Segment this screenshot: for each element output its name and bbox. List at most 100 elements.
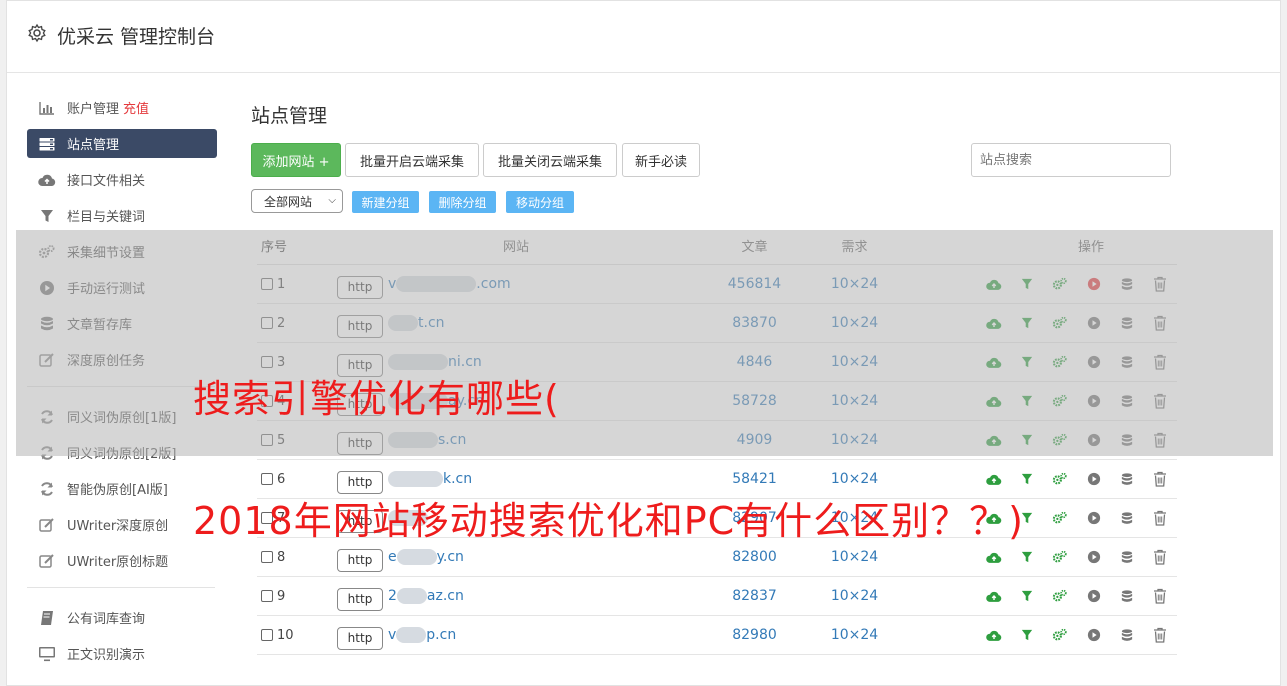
cloud-upload-icon[interactable] xyxy=(977,274,1010,294)
filter-icon[interactable] xyxy=(1010,313,1043,333)
trash-icon[interactable] xyxy=(1144,547,1177,567)
site-domain-link[interactable]: e y.cn xyxy=(388,549,464,565)
filter-icon[interactable] xyxy=(1010,352,1043,372)
database-icon[interactable] xyxy=(1110,625,1143,645)
demand-link[interactable]: 10×24 xyxy=(817,471,892,487)
row-checkbox[interactable] xyxy=(261,590,273,602)
article-count-link[interactable]: 83870 xyxy=(692,315,817,331)
sidebar-item-uwriter-deep[interactable]: UWriter深度原创 xyxy=(27,510,217,539)
row-checkbox[interactable] xyxy=(261,473,273,485)
trash-icon[interactable] xyxy=(1144,313,1177,333)
sidebar-item-collect-settings[interactable]: 采集细节设置 xyxy=(27,237,217,266)
protocol-badge[interactable]: http xyxy=(337,626,383,650)
site-domain-link[interactable]: s.cn xyxy=(388,432,466,448)
database-icon[interactable] xyxy=(1110,430,1143,450)
protocol-badge[interactable]: http xyxy=(337,431,383,455)
cogs-icon[interactable] xyxy=(1044,508,1077,528)
article-count-link[interactable]: 82800 xyxy=(692,549,817,565)
demand-link[interactable]: 10×24 xyxy=(817,432,892,448)
trash-icon[interactable] xyxy=(1144,469,1177,489)
article-count-link[interactable]: 58728 xyxy=(692,393,817,409)
row-checkbox[interactable] xyxy=(261,629,273,641)
sidebar-item-synonym-v2[interactable]: 同义词伪原创[2版] xyxy=(27,438,217,467)
sidebar-item-keywords[interactable]: 栏目与关键词 xyxy=(27,201,217,230)
sidebar-item-uwriter-title[interactable]: UWriter原创标题 xyxy=(27,546,217,575)
play-icon[interactable] xyxy=(1077,430,1110,450)
protocol-badge[interactable]: http xyxy=(337,587,383,611)
demand-link[interactable]: 10×24 xyxy=(817,627,892,643)
site-search-input[interactable] xyxy=(971,143,1171,177)
site-domain-link[interactable]: t.cn xyxy=(388,315,445,331)
batch-disable-cloud-button[interactable]: 批量关闭云端采集 xyxy=(483,143,617,177)
filter-icon[interactable] xyxy=(1010,469,1043,489)
demand-link[interactable]: 10×24 xyxy=(817,588,892,604)
trash-icon[interactable] xyxy=(1144,508,1177,528)
cogs-icon[interactable] xyxy=(1044,352,1077,372)
delete-group-button[interactable]: 删除分组 xyxy=(429,191,496,213)
play-icon[interactable] xyxy=(1077,547,1110,567)
article-count-link[interactable]: 4846 xyxy=(692,354,817,370)
play-icon[interactable] xyxy=(1077,625,1110,645)
database-icon[interactable] xyxy=(1110,586,1143,606)
batch-enable-cloud-button[interactable]: 批量开启云端采集 xyxy=(345,143,479,177)
sidebar-item-ai-rewrite[interactable]: 智能伪原创[AI版] xyxy=(27,474,217,503)
sidebar-item-interface[interactable]: 接口文件相关 xyxy=(27,165,217,194)
filter-icon[interactable] xyxy=(1010,274,1043,294)
demand-link[interactable]: 10×24 xyxy=(817,354,892,370)
sidebar-item-account[interactable]: 账户管理 充值 xyxy=(27,93,217,122)
demand-link[interactable]: 10×24 xyxy=(817,276,892,292)
sidebar-item-text-recognition[interactable]: 正文识别演示 xyxy=(27,639,217,668)
demand-link[interactable]: 10×24 xyxy=(817,393,892,409)
site-domain-link[interactable]: k.cn xyxy=(388,471,472,487)
trash-icon[interactable] xyxy=(1144,391,1177,411)
trash-icon[interactable] xyxy=(1144,586,1177,606)
cloud-upload-icon[interactable] xyxy=(977,313,1010,333)
row-checkbox[interactable] xyxy=(261,434,273,446)
trash-icon[interactable] xyxy=(1144,274,1177,294)
row-checkbox[interactable] xyxy=(261,317,273,329)
article-count-link[interactable]: 82980 xyxy=(692,627,817,643)
beginner-guide-button[interactable]: 新手必读 xyxy=(622,143,700,177)
add-site-button[interactable]: 添加网站 + xyxy=(251,143,341,177)
article-count-link[interactable]: 82837 xyxy=(692,588,817,604)
play-icon[interactable] xyxy=(1077,508,1110,528)
protocol-badge[interactable]: http xyxy=(337,275,383,299)
move-group-button[interactable]: 移动分组 xyxy=(506,191,574,213)
sidebar-item-synonym-v1[interactable]: 同义词伪原创[1版] xyxy=(27,402,217,431)
database-icon[interactable] xyxy=(1110,469,1143,489)
play-icon[interactable] xyxy=(1077,352,1110,372)
cloud-upload-icon[interactable] xyxy=(977,547,1010,567)
database-icon[interactable] xyxy=(1110,391,1143,411)
cloud-upload-icon[interactable] xyxy=(977,625,1010,645)
cogs-icon[interactable] xyxy=(1044,274,1077,294)
filter-icon[interactable] xyxy=(1010,625,1043,645)
group-select[interactable]: 全部网站 ⌵ xyxy=(251,189,343,213)
demand-link[interactable]: 10×24 xyxy=(817,549,892,565)
sidebar-item-article-store[interactable]: 文章暂存库 xyxy=(27,309,217,338)
play-icon[interactable] xyxy=(1077,313,1110,333)
site-domain-link[interactable]: v p.cn xyxy=(388,627,456,643)
sidebar-item-public-lexicon[interactable]: 公有词库查询 xyxy=(27,603,217,632)
row-checkbox[interactable] xyxy=(261,278,273,290)
trash-icon[interactable] xyxy=(1144,352,1177,372)
cloud-upload-icon[interactable] xyxy=(977,352,1010,372)
cogs-icon[interactable] xyxy=(1044,391,1077,411)
filter-icon[interactable] xyxy=(1010,547,1043,567)
recharge-link[interactable]: 充值 xyxy=(123,98,149,117)
row-checkbox[interactable] xyxy=(261,551,273,563)
article-count-link[interactable]: 58421 xyxy=(692,471,817,487)
site-domain-link[interactable]: 2 az.cn xyxy=(388,588,464,604)
new-group-button[interactable]: 新建分组 xyxy=(352,191,419,213)
article-count-link[interactable]: 456814 xyxy=(692,276,817,292)
protocol-badge[interactable]: http xyxy=(337,548,383,572)
cogs-icon[interactable] xyxy=(1044,547,1077,567)
row-checkbox[interactable] xyxy=(261,356,273,368)
play-icon[interactable] xyxy=(1077,469,1110,489)
database-icon[interactable] xyxy=(1110,274,1143,294)
cloud-upload-icon[interactable] xyxy=(977,469,1010,489)
cloud-upload-icon[interactable] xyxy=(977,391,1010,411)
play-icon[interactable] xyxy=(1077,274,1110,294)
trash-icon[interactable] xyxy=(1144,625,1177,645)
filter-icon[interactable] xyxy=(1010,430,1043,450)
database-icon[interactable] xyxy=(1110,313,1143,333)
